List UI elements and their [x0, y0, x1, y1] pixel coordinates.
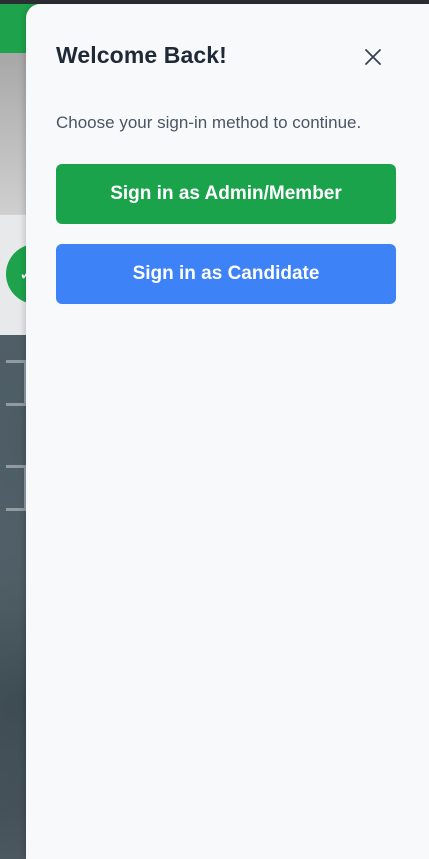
sign-in-candidate-label: Sign in as Candidate — [132, 263, 320, 284]
drawer-title: Welcome Back! — [56, 42, 227, 68]
close-button[interactable] — [356, 40, 390, 74]
close-icon — [365, 49, 381, 65]
sign-in-candidate-button[interactable]: Sign in as Candidate — [56, 244, 396, 304]
sign-in-admin-label: Sign in as Admin/Member — [110, 183, 342, 204]
drawer-subtitle: Choose your sign-in method to continue. — [56, 113, 362, 132]
background-photo-shape — [6, 360, 27, 406]
background-photo-shape — [6, 465, 27, 511]
sign-in-admin-button[interactable]: Sign in as Admin/Member — [56, 164, 396, 224]
sign-in-drawer: Welcome Back! Choose your sign-in method… — [26, 4, 429, 859]
